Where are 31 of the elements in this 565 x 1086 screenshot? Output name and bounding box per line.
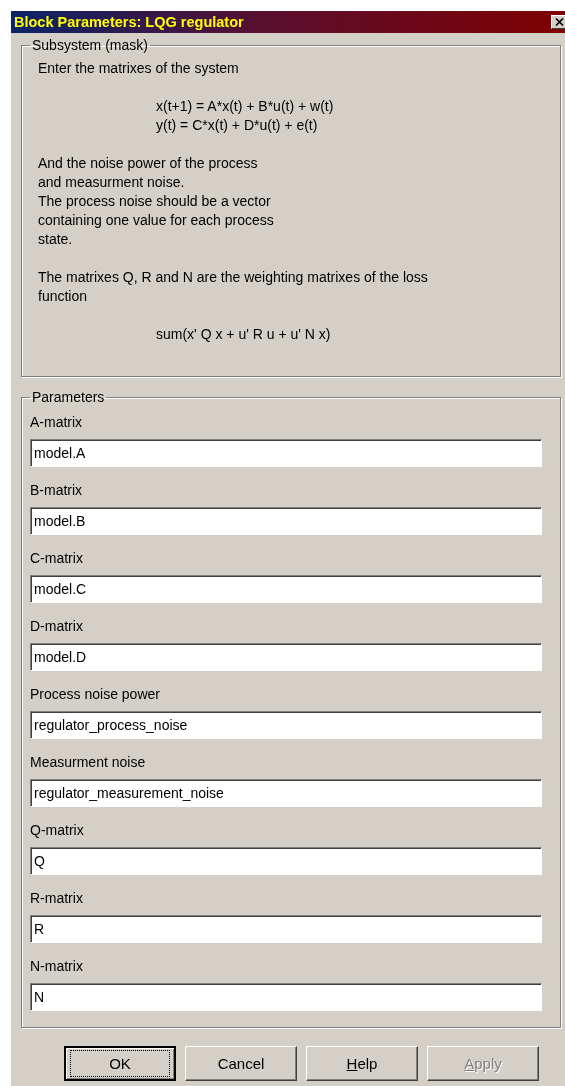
input-field[interactable]: N <box>30 983 542 1011</box>
input-field[interactable]: model.C <box>30 575 542 603</box>
formula-text: sum(x' Q x + u' R u + u' N x) <box>156 325 332 344</box>
window-title: Block Parameters: LQG regulator <box>14 14 244 30</box>
input-field[interactable]: R <box>30 915 542 943</box>
field-label: N-matrix <box>30 957 84 975</box>
field-label: Measurment noise <box>30 753 147 771</box>
input-field[interactable]: regulator_measurement_noise <box>30 779 542 807</box>
close-icon <box>554 18 564 26</box>
field-label: C-matrix <box>30 549 84 567</box>
field-label: Q-matrix <box>30 821 85 839</box>
dialog-button[interactable]: OK <box>64 1046 176 1081</box>
input-field[interactable]: regulator_process_noise <box>30 711 542 739</box>
description-text: Enter the matrixes of the system <box>38 59 240 78</box>
dialog-button[interactable]: Cancel <box>185 1046 297 1081</box>
field-label: A-matrix <box>30 413 84 431</box>
input-field[interactable]: model.B <box>30 507 542 535</box>
close-button[interactable] <box>551 15 565 29</box>
description-text: And the noise power of the process and measurment noise. The process noise should be a vector containing one value for each process state. <box>38 154 275 249</box>
input-field[interactable]: model.D <box>30 643 542 671</box>
field-label: D-matrix <box>30 617 84 635</box>
field-label: R-matrix <box>30 889 84 907</box>
input-field[interactable]: Q <box>30 847 542 875</box>
group-legend: Parameters <box>30 389 107 405</box>
input-field[interactable]: model.A <box>30 439 542 467</box>
formula-text: x(t+1) = A*x(t) + B*u(t) + w(t) y(t) = C*x(t) + D*u(t) + e(t) <box>156 97 335 135</box>
group-legend: Subsystem (mask) <box>30 37 150 53</box>
field-label: B-matrix <box>30 481 84 499</box>
dialog-button[interactable]: Help <box>306 1046 418 1081</box>
field-label: Process noise power <box>30 685 161 703</box>
description-text: The matrixes Q, R and N are the weighting matrixes of the loss function <box>38 268 429 306</box>
